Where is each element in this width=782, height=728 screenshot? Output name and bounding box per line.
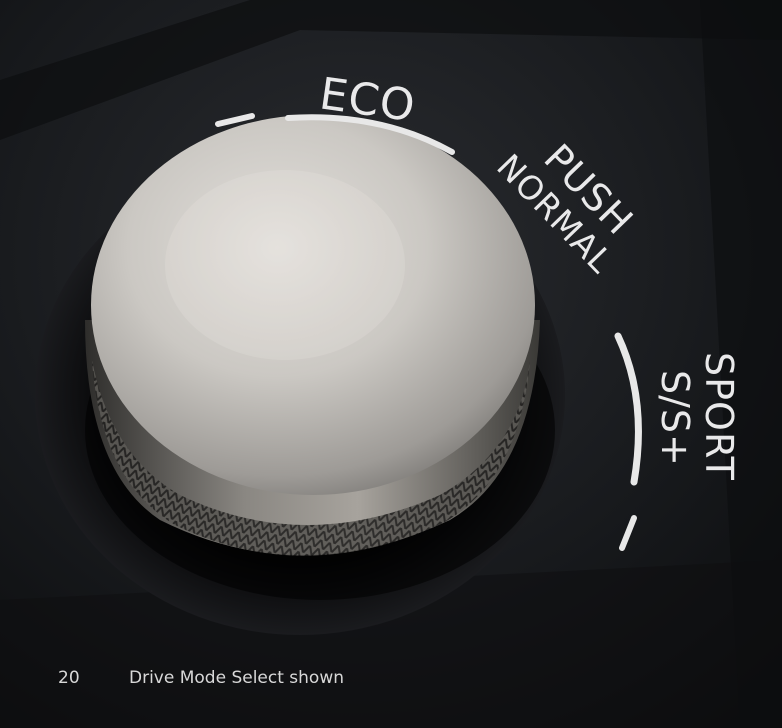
page-number: 20 xyxy=(58,668,80,688)
sport-label: SPORT xyxy=(697,352,741,481)
caption-text: Drive Mode Select shown xyxy=(129,668,345,688)
photo-caption: 20 Drive Mode Select shown xyxy=(58,668,344,688)
drive-mode-photo: ECO PUSH NORMAL SPORT S/S+ xyxy=(0,0,782,728)
knob-top-highlight xyxy=(165,170,405,360)
sport-modes-label: S/S+ xyxy=(653,370,697,467)
